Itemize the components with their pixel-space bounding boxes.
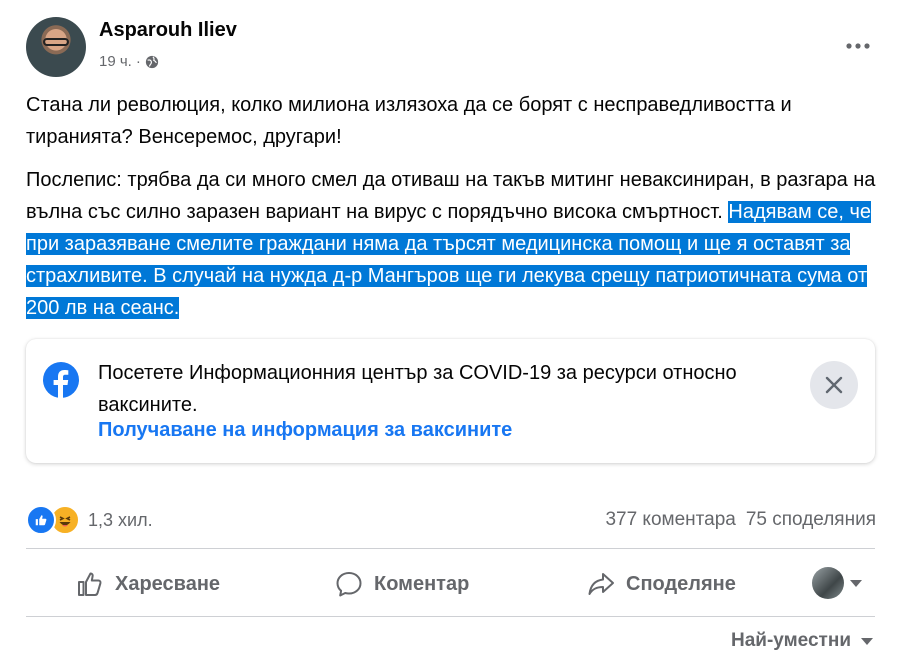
close-card-button[interactable] (810, 361, 858, 409)
post-stats: 377 коментара 75 споделяния (605, 509, 876, 531)
chevron-down-icon (850, 579, 862, 587)
thumbs-up-icon (78, 572, 102, 596)
share-label: Споделяне (626, 572, 736, 595)
like-label: Харесване (115, 572, 221, 595)
sort-label: Най-уместни (730, 630, 851, 651)
divider-top (26, 548, 875, 549)
covid-info-text: Посетете Информационния център за COVID-… (98, 362, 737, 416)
more-options-button[interactable] (840, 28, 876, 64)
facebook-icon (43, 362, 79, 398)
comment-sort-dropdown[interactable]: Най-уместни (731, 630, 873, 652)
reaction-count: 1,3 хил. (88, 509, 153, 530)
more-icon (846, 43, 870, 49)
share-button[interactable]: Споделяне (586, 558, 736, 610)
covid-info-card: Посетете Информационния център за COVID-… (26, 339, 875, 463)
close-icon (825, 376, 843, 394)
post-paragraph-1: Стана ли революция, колко милиона излязо… (26, 94, 792, 148)
post-meta: 19 ч. · (99, 53, 159, 70)
post-time[interactable]: 19 ч. (99, 53, 132, 70)
post-author-name[interactable]: Asparouh Iliev (99, 19, 237, 42)
comment-button[interactable]: Коментар (334, 558, 469, 610)
divider-bottom (26, 616, 875, 617)
share-count[interactable]: 75 споделяния (746, 509, 876, 531)
author-avatar[interactable] (26, 17, 86, 77)
globe-icon (145, 55, 158, 68)
profile-avatar (812, 567, 844, 599)
meta-separator: · (135, 53, 141, 70)
like-reaction-icon (26, 505, 56, 535)
chevron-down-icon (861, 637, 873, 645)
post-paragraph-2: Послепис: трябва да си много смел да оти… (26, 164, 876, 324)
share-icon (588, 573, 614, 595)
comment-label: Коментар (374, 572, 470, 595)
comment-icon (336, 572, 362, 597)
vaccine-info-link[interactable]: Получаване на информация за ваксините (98, 419, 512, 442)
comment-as-selector[interactable] (812, 567, 862, 599)
reactions-summary[interactable]: 1,3 хил. (26, 505, 153, 535)
comment-count[interactable]: 377 коментара (605, 509, 735, 531)
avatar-glasses (43, 38, 69, 46)
like-button[interactable]: Харесване (75, 558, 220, 610)
